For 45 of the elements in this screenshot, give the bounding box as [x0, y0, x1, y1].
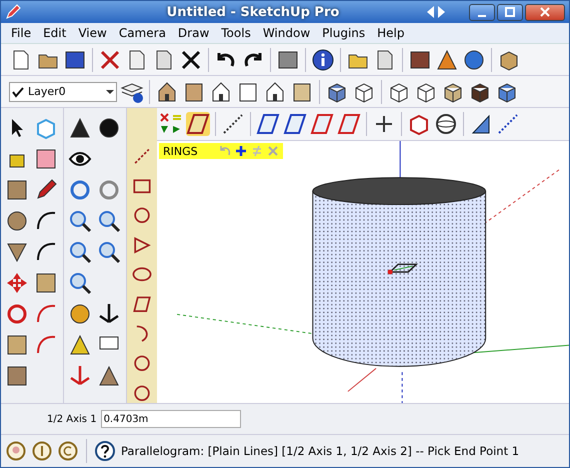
measurement-label: 1/2 Axis 1 [47, 414, 97, 424]
menu-item[interactable]: Window [256, 26, 316, 40]
move-arrows-icon[interactable] [5, 271, 29, 295]
menu-item[interactable]: Draw [172, 26, 216, 40]
status-text: Parallelogram: [Plain Lines] [1/2 Axis 1, 1/2 Axis 2] -- Pick End Point 1 [121, 444, 520, 458]
dropdown-caret-icon [106, 90, 114, 94]
circle-icon[interactable] [5, 209, 29, 233]
menu-item[interactable]: View [72, 26, 113, 40]
copyright-icon[interactable] [58, 441, 78, 461]
sphere-icon[interactable] [434, 112, 458, 136]
menu-item[interactable]: Edit [37, 26, 72, 40]
close-icon [540, 7, 550, 17]
zoom-extents-icon[interactable] [68, 271, 92, 295]
rectangle-icon[interactable] [5, 178, 29, 202]
plus-icon[interactable] [235, 145, 247, 157]
info-icon[interactable] [311, 48, 335, 72]
layer-dropdown[interactable]: Layer0 [9, 82, 117, 102]
menu-item[interactable]: Camera [112, 26, 172, 40]
panel-title: RINGS [163, 144, 199, 158]
close-button[interactable] [525, 4, 565, 20]
pencil-icon[interactable] [34, 178, 58, 202]
parallelogram-outline-icon[interactable] [131, 294, 153, 314]
drawing-canvas[interactable]: RINGS [157, 141, 569, 403]
minimize-icon [478, 14, 486, 16]
maximize-icon [505, 7, 515, 17]
parallelogram-icon[interactable] [186, 112, 210, 136]
menu-item[interactable]: Help [371, 26, 410, 40]
left-right-arrows-icon[interactable] [425, 4, 447, 20]
measurement-field[interactable]: 0.4703m [100, 410, 241, 428]
menu-item[interactable]: Tools [215, 26, 257, 40]
parallelogram-cursor-icon [388, 264, 418, 274]
zoom-previous-icon[interactable] [68, 240, 92, 264]
zoom-icon[interactable] [68, 209, 92, 233]
window-title: Untitled - SketchUp Pro [166, 4, 340, 20]
zoom-window-icon[interactable] [97, 209, 121, 233]
menu-item[interactable]: Plugins [316, 26, 372, 40]
zoom-next-icon[interactable] [97, 240, 121, 264]
maximize-button[interactable] [497, 4, 523, 20]
cancel-x-icon[interactable] [159, 112, 183, 136]
menu-item[interactable]: File [5, 26, 38, 40]
minimize-button[interactable] [469, 4, 495, 20]
pencil-app-icon [5, 4, 21, 20]
dashed-line-icon[interactable] [221, 112, 245, 136]
line-icon[interactable] [496, 112, 520, 136]
help-icon[interactable] [95, 441, 115, 461]
